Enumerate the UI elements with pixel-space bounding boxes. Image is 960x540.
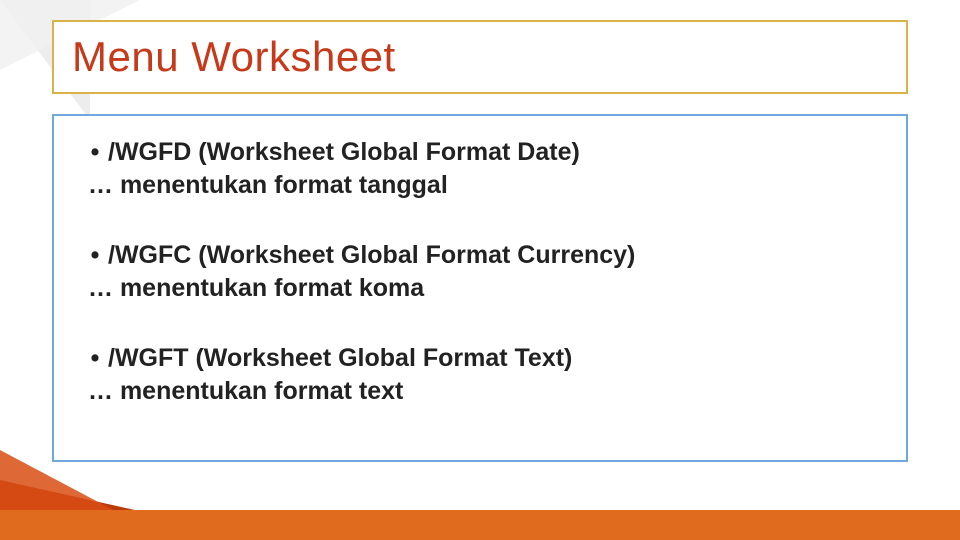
bullet-icon: •: [82, 239, 108, 272]
command-text: /WGFC (Worksheet Global Format Currency): [108, 241, 635, 269]
command-line: •/WGFT (Worksheet Global Format Text): [82, 342, 878, 375]
command-line: •/WGFC (Worksheet Global Format Currency…: [82, 239, 878, 272]
list-item: •/WGFC (Worksheet Global Format Currency…: [82, 239, 878, 304]
command-line: •/WGFD (Worksheet Global Format Date): [82, 136, 878, 169]
list-item: •/WGFT (Worksheet Global Format Text) … …: [82, 342, 878, 407]
command-text: /WGFD (Worksheet Global Format Date): [108, 138, 580, 166]
description-text: … menentukan format tanggal: [82, 169, 878, 202]
title-container: Menu Worksheet: [52, 20, 908, 94]
page-title: Menu Worksheet: [72, 33, 396, 81]
bullet-icon: •: [82, 342, 108, 375]
command-text: /WGFT (Worksheet Global Format Text): [108, 344, 572, 372]
description-text: … menentukan format text: [82, 375, 878, 408]
description-text: … menentukan format koma: [82, 272, 878, 305]
bullet-icon: •: [82, 136, 108, 169]
decor-bottom-bar: [0, 510, 960, 540]
list-item: •/WGFD (Worksheet Global Format Date) … …: [82, 136, 878, 201]
content-container: •/WGFD (Worksheet Global Format Date) … …: [52, 114, 908, 462]
